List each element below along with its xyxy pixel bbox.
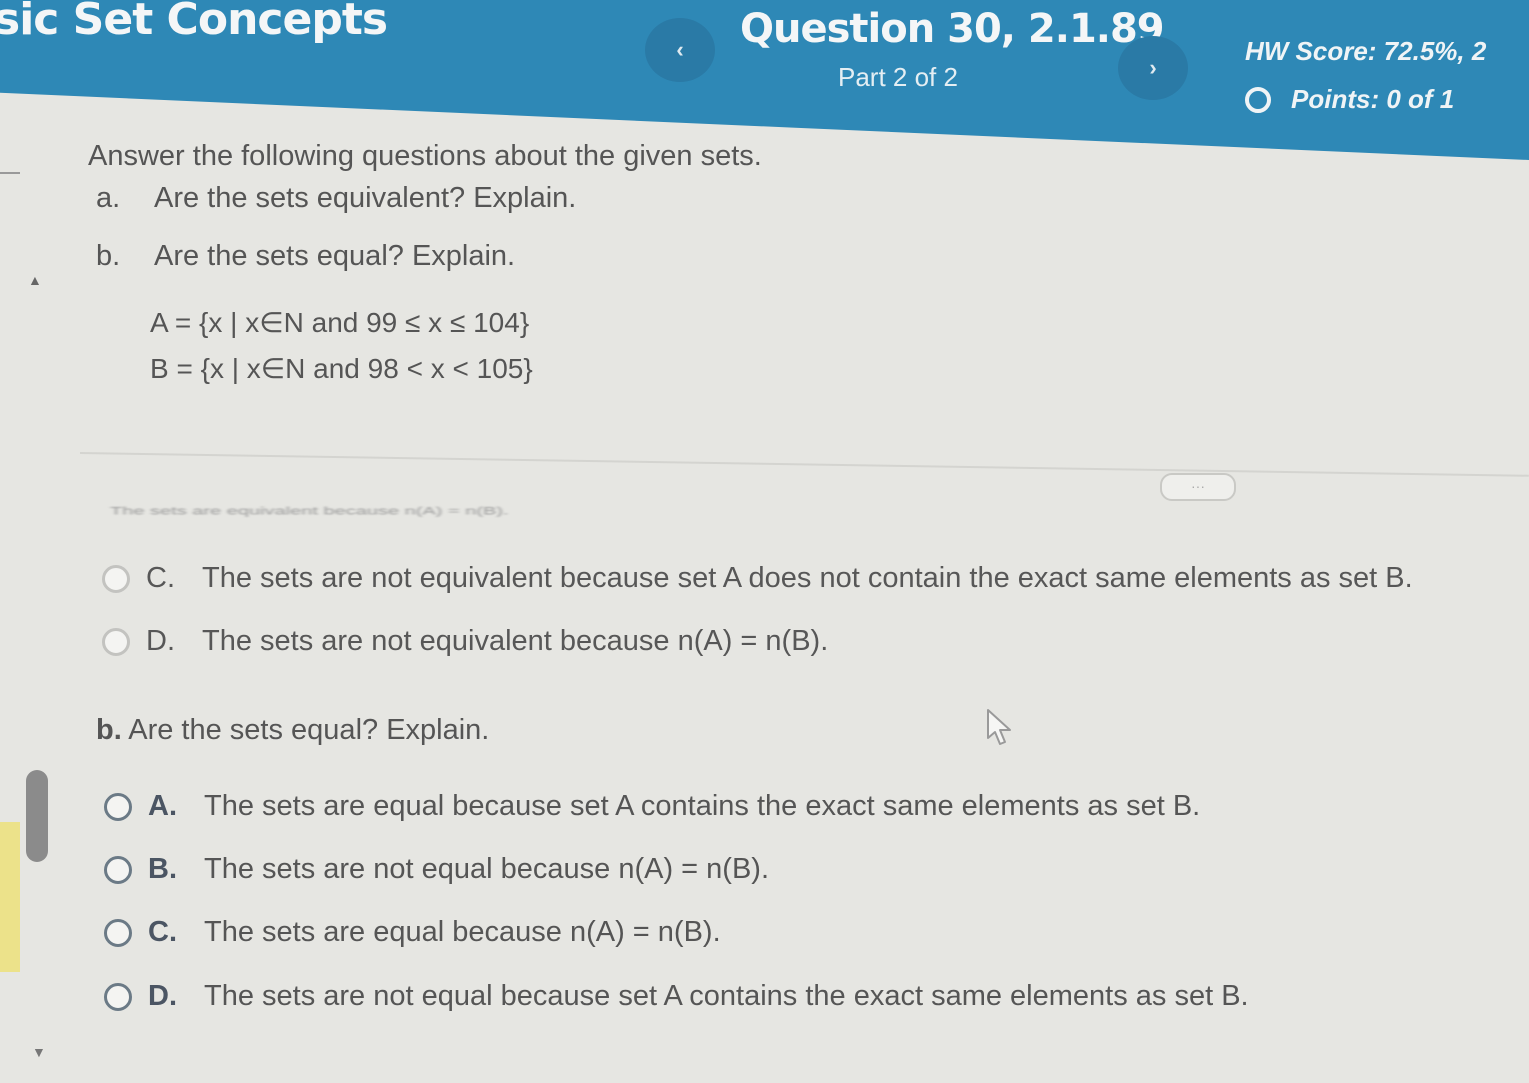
part-label: Part 2 of 2 <box>838 62 958 92</box>
radio-button[interactable] <box>102 564 130 593</box>
radio-button[interactable] <box>104 855 132 884</box>
cut-off-option: The sets are equivalent because n(A) = n… <box>110 505 509 518</box>
chapter-title: sic Set Concepts <box>0 0 388 45</box>
option-letter: C. <box>146 562 175 594</box>
question-title: Question 30, 2.1.89 <box>740 6 1165 52</box>
set-a-definition: A = {x | x∈N and 99 ≤ x ≤ 104} <box>150 307 530 338</box>
mouse-pointer-icon <box>987 709 1011 745</box>
radio-button[interactable] <box>104 792 132 821</box>
scroll-down-icon[interactable]: ▼ <box>32 1044 46 1060</box>
radio-button[interactable] <box>102 627 130 656</box>
option-text: The sets are not equivalent because set … <box>202 562 1413 594</box>
set-b-definition: B = {x | x∈N and 98 < x < 105} <box>150 353 533 384</box>
sub-question-b: b. Are the sets equal? Explain. <box>96 240 515 273</box>
option-text: The sets are equal because n(A) = n(B). <box>204 916 721 948</box>
sub-question-a-tag: a. <box>96 182 121 214</box>
part-b-option-b[interactable]: B. The sets are not equal because n(A) =… <box>104 853 769 886</box>
radio-button[interactable] <box>104 918 132 947</box>
part-b-option-d[interactable]: D. The sets are not equal because set A … <box>104 980 1249 1013</box>
radio-button[interactable] <box>104 982 132 1011</box>
option-letter: B. <box>148 853 177 885</box>
sub-question-b-tag: b. <box>96 240 121 272</box>
points-display: Points: 0 of 1 <box>1245 84 1454 115</box>
part-b-text: Are the sets equal? Explain. <box>128 714 490 746</box>
part-b-letter: b. <box>96 714 122 746</box>
option-text: The sets are equal because set A contain… <box>204 790 1201 822</box>
highlight-strip <box>0 822 20 972</box>
circle-icon <box>1245 86 1271 113</box>
next-question-button[interactable]: › <box>1118 36 1188 100</box>
points-text: Points: 0 of 1 <box>1291 84 1455 114</box>
chevron-right-icon: › <box>1149 55 1157 80</box>
left-divider <box>0 172 20 174</box>
more-options-button[interactable]: ··· <box>1160 473 1236 501</box>
part-a-option-c[interactable]: C. The sets are not equivalent because s… <box>102 562 1413 595</box>
sub-question-a-text: Are the sets equivalent? Explain. <box>154 182 577 214</box>
option-letter: A. <box>148 790 177 822</box>
previous-question-button[interactable]: ‹ <box>645 18 715 82</box>
scrollbar-thumb[interactable] <box>26 770 48 862</box>
sub-question-b-text: Are the sets equal? Explain. <box>154 240 516 272</box>
part-b-prompt: b. Are the sets equal? Explain. <box>96 714 489 747</box>
option-text: The sets are not equal because set A con… <box>204 980 1249 1012</box>
header-bar: sic Set Concepts ‹ Question 30, 2.1.89 P… <box>0 0 1529 160</box>
option-text: The sets are not equal because n(A) = n(… <box>204 853 770 885</box>
option-text: The sets are not equivalent because n(A)… <box>202 625 829 657</box>
part-b-option-a[interactable]: A. The sets are equal because set A cont… <box>104 790 1200 823</box>
question-instruction: Answer the following questions about the… <box>88 140 762 172</box>
part-b-option-c[interactable]: C. The sets are equal because n(A) = n(B… <box>104 916 721 949</box>
chevron-left-icon: ‹ <box>676 37 684 62</box>
option-letter: D. <box>146 625 175 657</box>
collapse-up-icon[interactable]: ▲ <box>28 272 42 288</box>
part-a-option-d[interactable]: D. The sets are not equivalent because n… <box>102 625 828 658</box>
hw-score: HW Score: 72.5%, 2 <box>1245 36 1487 66</box>
option-letter: C. <box>148 916 177 948</box>
sub-question-a: a. Are the sets equivalent? Explain. <box>96 182 576 215</box>
section-divider <box>79 452 1529 477</box>
option-letter: D. <box>148 980 177 1012</box>
